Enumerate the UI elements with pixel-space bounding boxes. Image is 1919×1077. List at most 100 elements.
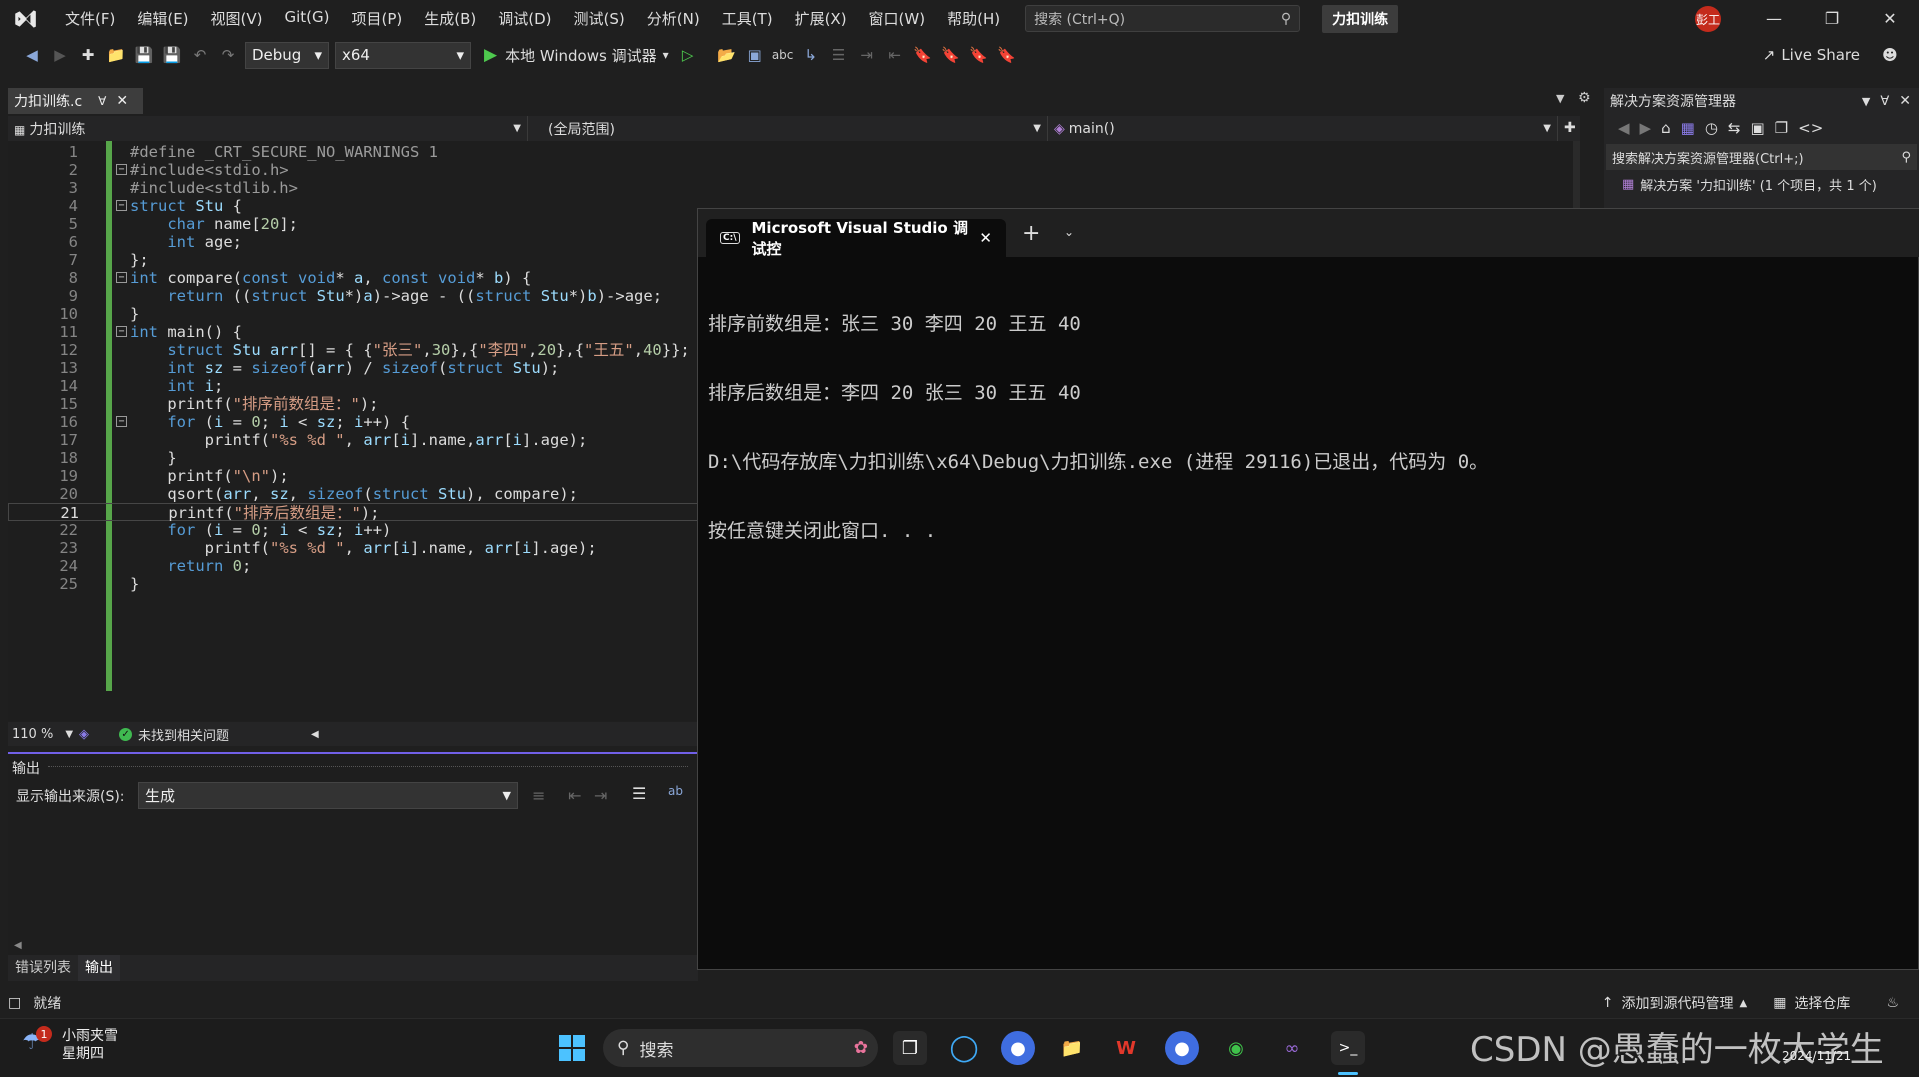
outdent-icon[interactable]: ⇤ <box>884 44 906 66</box>
forward-icon[interactable]: ▶ <box>49 44 71 66</box>
chevron-down-icon[interactable]: ⌄ <box>1064 225 1074 239</box>
open-folder-icon[interactable]: 📁 <box>105 44 127 66</box>
solution-tree-root[interactable]: ▦ 解决方案 '力扣训练' (1 个项目，共 1 个) <box>1604 172 1919 196</box>
show-all-files-icon[interactable]: ❐ <box>1775 119 1788 137</box>
scroll-left-icon[interactable]: ◀ <box>14 940 22 951</box>
next-bookmark-icon[interactable]: 🔖 <box>968 44 990 66</box>
prev-message-icon[interactable]: ⇤ <box>568 786 581 805</box>
zoom-level[interactable]: 110 % <box>12 727 53 742</box>
project-dropdown[interactable]: ▦ 力扣训练 ▼ <box>8 116 528 141</box>
visual-studio-icon[interactable]: ∞ <box>1275 1031 1309 1065</box>
notification-bell-icon[interactable]: ♨ <box>1886 995 1899 1011</box>
tab-output[interactable]: 输出 <box>78 955 120 981</box>
qq-icon[interactable]: ● <box>1165 1031 1199 1065</box>
code-line[interactable]: 8 − int compare(const void* a, const void*… <box>8 269 698 287</box>
home-icon[interactable]: ⌂ <box>1661 119 1671 137</box>
menu-item[interactable]: 工具(T) <box>711 8 784 29</box>
output-source-dropdown[interactable]: 生成 ▼ <box>138 782 518 809</box>
add-source-control[interactable]: 添加到源代码管理 <box>1622 993 1734 1013</box>
taskbar-search-box[interactable]: ⚲ 搜索 ✿ <box>603 1029 878 1067</box>
collapse-all-icon[interactable]: ▣ <box>1750 119 1764 137</box>
chevron-down-icon[interactable]: ▼ <box>65 729 73 740</box>
solution-search-input[interactable]: 搜索解决方案资源管理器(Ctrl+;) ⚲ <box>1606 144 1917 170</box>
edge-browser-icon[interactable]: ◯ <box>947 1031 981 1065</box>
code-line[interactable]: 17 printf("%s %d ", arr[i].name,arr[i].a… <box>8 431 698 449</box>
code-line[interactable]: 9 return ((struct Stu*)a)->age - ((struc… <box>8 287 698 305</box>
switch-views-icon[interactable]: ▦ <box>1681 119 1695 137</box>
menu-item[interactable]: 调试(D) <box>487 8 562 29</box>
menu-item[interactable]: 分析(N) <box>636 8 711 29</box>
close-icon[interactable]: ✕ <box>1899 93 1911 109</box>
code-line[interactable]: 23 printf("%s %d ", arr[i].name, arr[i].… <box>8 539 698 557</box>
pin-icon[interactable]: ∀ <box>98 94 106 108</box>
task-view-icon[interactable]: ❐ <box>893 1031 927 1065</box>
clear-all-icon[interactable]: ☰ <box>632 784 646 803</box>
fold-toggle-icon[interactable]: − <box>116 416 127 427</box>
fold-toggle-icon[interactable]: − <box>116 200 127 211</box>
code-line[interactable]: 11 − int main() { <box>8 323 698 341</box>
back-icon[interactable]: ◀ <box>21 44 43 66</box>
back-icon[interactable]: ◀ <box>1618 119 1630 137</box>
code-view-icon[interactable]: <> <box>1798 119 1823 137</box>
fold-toggle-icon[interactable]: − <box>116 272 127 283</box>
prev-bookmark-icon[interactable]: 🔖 <box>940 44 962 66</box>
code-line[interactable]: 25} <box>8 575 698 593</box>
split-icon[interactable]: ✚ <box>1564 116 1576 141</box>
scope-dropdown[interactable]: (全局范围) ▼ <box>528 116 1048 141</box>
code-line[interactable]: 20 qsort(arr, sz, sizeof(struct Stu), co… <box>8 485 698 503</box>
save-all-icon[interactable]: 💾 <box>161 44 183 66</box>
menu-item[interactable]: Git(G) <box>274 8 341 29</box>
step-into-icon[interactable]: ↳ <box>800 44 822 66</box>
forward-icon[interactable]: ▶ <box>1640 119 1652 137</box>
start-debugging-button[interactable]: ▶ 本地 Windows 调试器 ▾ <box>484 45 669 66</box>
issues-status[interactable]: 未找到相关问题 <box>138 725 229 744</box>
menu-item[interactable]: 编辑(E) <box>126 8 199 29</box>
select-repository[interactable]: 选择仓库 <box>1794 993 1850 1013</box>
file-explorer-icon[interactable]: 📁 <box>1055 1031 1089 1065</box>
layout-icon[interactable]: ▣ <box>744 44 766 66</box>
code-line[interactable]: 18 } <box>8 449 698 467</box>
close-tab-icon[interactable]: ✕ <box>116 93 128 109</box>
menu-item[interactable]: 生成(B) <box>413 8 487 29</box>
menu-item[interactable]: 视图(V) <box>200 8 274 29</box>
menu-item[interactable]: 窗口(W) <box>858 8 937 29</box>
code-line[interactable]: 3 #include<stdlib.h> <box>8 179 698 197</box>
copilot-icon[interactable]: ◈ <box>79 727 89 742</box>
search-input[interactable]: 搜索 (Ctrl+Q) ⚲ <box>1025 5 1301 32</box>
code-line[interactable]: 5 char name[20]; <box>8 215 698 233</box>
terminal-app-icon[interactable]: >_ <box>1331 1031 1365 1065</box>
scroll-left-icon[interactable]: ◀ <box>311 729 319 740</box>
menu-item[interactable]: 测试(S) <box>563 8 636 29</box>
save-icon[interactable]: 💾 <box>133 44 155 66</box>
spell-check-icon[interactable]: abc <box>772 44 794 66</box>
code-line[interactable]: 12 struct Stu arr[] = { {"张三",30},{"李四",… <box>8 341 698 359</box>
code-line[interactable]: 22 for (i = 0; i < sz; i++) <box>8 521 698 539</box>
settings-gear-icon[interactable]: ⚙ <box>1578 90 1591 106</box>
indent-icon[interactable]: ⇥ <box>856 44 878 66</box>
member-dropdown[interactable]: ◈ main() ▼ <box>1048 116 1558 141</box>
wechat-icon[interactable]: ◉ <box>1219 1031 1253 1065</box>
new-project-icon[interactable]: ✚ <box>77 44 99 66</box>
code-line[interactable]: 2 − #include<stdio.h> <box>8 161 698 179</box>
code-line[interactable]: 24 return 0; <box>8 557 698 575</box>
live-share-button[interactable]: ↗ Live Share <box>1763 46 1860 64</box>
code-line[interactable]: 14 int i; <box>8 377 698 395</box>
wps-office-icon[interactable]: W <box>1109 1031 1143 1065</box>
code-line[interactable]: 21 printf("排序后数组是："); <box>8 503 698 522</box>
fold-toggle-icon[interactable]: − <box>116 326 127 337</box>
start-without-debugging-icon[interactable]: ▷ <box>677 44 699 66</box>
code-line[interactable]: 10} <box>8 305 698 323</box>
close-tab-icon[interactable]: ✕ <box>979 229 992 247</box>
code-line[interactable]: 15 printf("排序前数组是："); <box>8 395 698 413</box>
chevron-up-icon[interactable]: ▲ <box>1740 998 1748 1009</box>
new-tab-icon[interactable]: + <box>1022 221 1040 246</box>
fold-toggle-icon[interactable]: − <box>116 164 127 175</box>
code-line[interactable]: 7}; <box>8 251 698 269</box>
browse-icon[interactable]: 📂 <box>716 44 738 66</box>
menu-item[interactable]: 文件(F) <box>54 8 126 29</box>
document-tab[interactable]: 力扣训练.c ∀ ✕ <box>8 88 143 114</box>
code-line[interactable]: 1 #define _CRT_SECURE_NO_WARNINGS 1 <box>8 143 698 161</box>
menu-item[interactable]: 项目(P) <box>341 8 414 29</box>
chevron-down-icon[interactable]: ▼ <box>1862 95 1870 108</box>
maximize-button[interactable]: ❐ <box>1803 0 1861 37</box>
